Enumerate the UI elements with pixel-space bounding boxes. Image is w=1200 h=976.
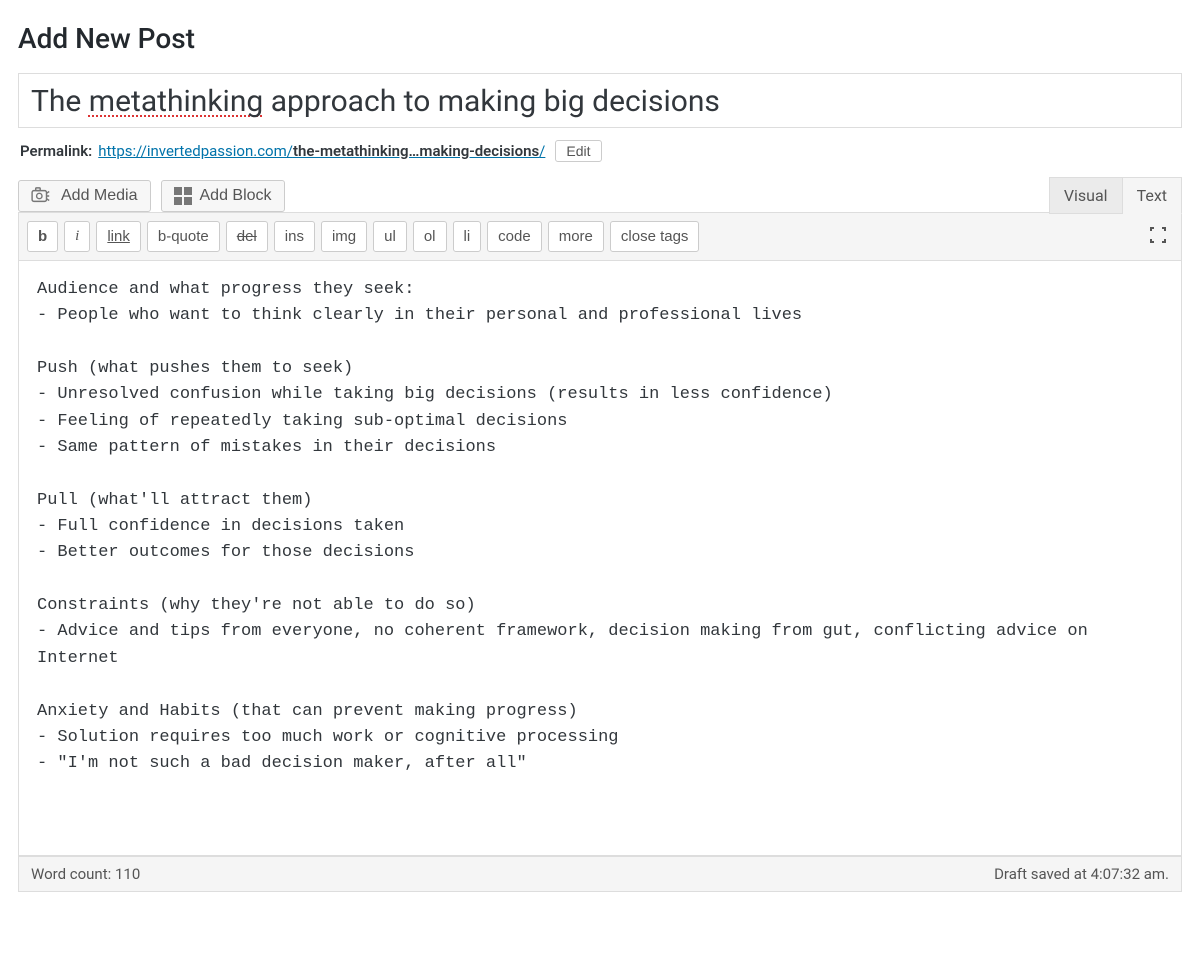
add-media-label: Add Media <box>61 187 138 205</box>
fullscreen-icon <box>1148 225 1168 248</box>
qt-closetags-button[interactable]: close tags <box>610 221 700 252</box>
permalink-trail: / <box>539 142 545 160</box>
quicktags-toolbar: b i link b-quote del ins img ul ol li co… <box>18 212 1182 261</box>
word-count-value: 110 <box>115 865 140 883</box>
permalink-base: https://invertedpassion.com/ <box>98 142 293 160</box>
title-text-rest: approach to making big decisions <box>263 84 720 119</box>
title-text-pre: The <box>31 84 89 119</box>
editor-wrap: Add New Post The metathinking approach t… <box>0 0 1200 892</box>
page-title: Add New Post <box>18 22 1182 55</box>
permalink-slug: the-metathinking…making-decisions <box>293 142 539 160</box>
post-title-input[interactable]: The metathinking approach to making big … <box>18 73 1182 128</box>
qt-bquote-button[interactable]: b-quote <box>147 221 220 252</box>
word-count: Word count: 110 <box>31 865 140 883</box>
permalink-label: Permalink: <box>20 142 92 160</box>
content-area <box>18 261 1182 856</box>
qt-link-button[interactable]: link <box>96 221 141 252</box>
permalink-row: Permalink: https://invertedpassion.com/t… <box>20 140 1180 162</box>
qt-img-button[interactable]: img <box>321 221 367 252</box>
tab-visual[interactable]: Visual <box>1049 177 1123 214</box>
qt-italic-button[interactable]: i <box>64 221 90 252</box>
post-content-textarea[interactable] <box>19 261 1181 851</box>
add-media-button[interactable]: Add Media <box>18 180 151 212</box>
qt-li-button[interactable]: li <box>453 221 482 252</box>
permalink-edit-button[interactable]: Edit <box>555 140 601 162</box>
permalink-link[interactable]: https://invertedpassion.com/the-metathin… <box>98 142 545 160</box>
qt-code-button[interactable]: code <box>487 221 542 252</box>
qt-ol-button[interactable]: ol <box>413 221 447 252</box>
blocks-icon <box>174 187 192 205</box>
title-spellcheck-word: metathinking <box>89 84 263 119</box>
qt-ins-button[interactable]: ins <box>274 221 315 252</box>
editor-box: b i link b-quote del ins img ul ol li co… <box>18 212 1182 892</box>
qt-bold-button[interactable]: b <box>27 221 58 252</box>
qt-del-button[interactable]: del <box>226 221 268 252</box>
add-block-button[interactable]: Add Block <box>161 180 285 212</box>
qt-more-button[interactable]: more <box>548 221 604 252</box>
editor-statusbar: Word count: 110 Draft saved at 4:07:32 a… <box>18 856 1182 892</box>
add-block-label: Add Block <box>200 187 272 205</box>
draft-saved-status: Draft saved at 4:07:32 am. <box>994 865 1169 883</box>
fullscreen-toggle-button[interactable] <box>1143 224 1173 250</box>
tab-text[interactable]: Text <box>1123 177 1182 214</box>
camera-media-icon <box>31 187 53 205</box>
word-count-label: Word count: <box>31 865 115 883</box>
qt-ul-button[interactable]: ul <box>373 221 407 252</box>
